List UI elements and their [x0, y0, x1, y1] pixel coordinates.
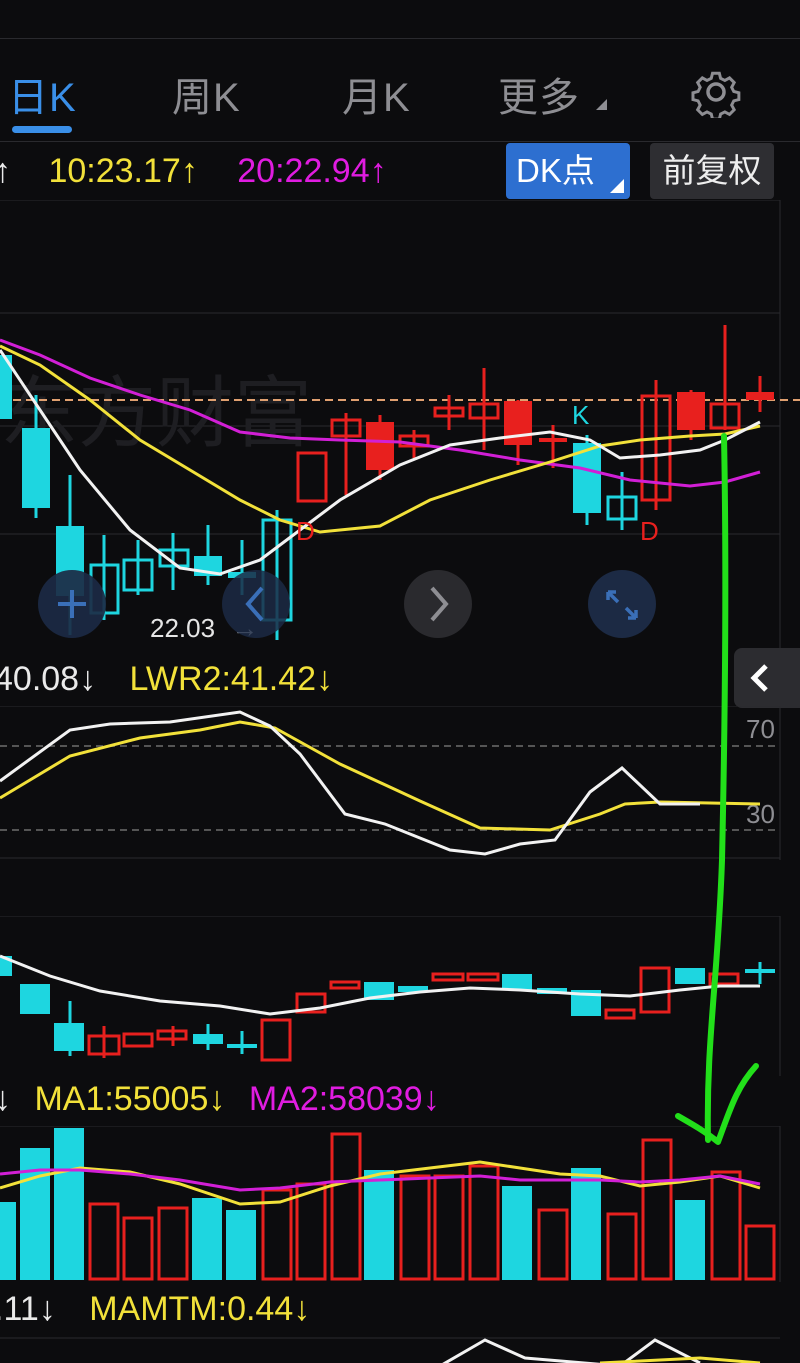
ma2-value: MA2:58039: [248, 1080, 423, 1118]
tab-week-k[interactable]: 周K: [172, 65, 241, 123]
candle: [329, 980, 361, 990]
candle: [227, 1044, 257, 1048]
vol-arrow: ↓: [0, 1080, 11, 1118]
ma10-value: 10:23.17: [48, 152, 181, 190]
candle: [22, 428, 50, 508]
zoom-in-button[interactable]: [38, 570, 106, 638]
candle: [296, 451, 328, 503]
ma10-arrow: ↑: [180, 152, 198, 190]
candle: [260, 1018, 292, 1062]
volume-bar: [537, 1208, 569, 1281]
lwr2-value: LWR2:41.42: [129, 660, 317, 698]
scroll-left-button[interactable]: [222, 570, 290, 638]
candle: [54, 1023, 84, 1051]
volume-bar: [606, 1212, 638, 1281]
candle: [746, 392, 774, 400]
mamtm-value: MAMTM:0.44: [89, 1290, 294, 1328]
volume-bar: [20, 1148, 50, 1280]
volume-legend-row: ↓ MA1:55005↓ MA2:58039↓: [0, 1080, 440, 1119]
volume-bar: [433, 1174, 465, 1281]
mtm-value: .11: [0, 1290, 39, 1328]
fullscreen-button[interactable]: [588, 570, 656, 638]
volume-bar: [641, 1138, 673, 1281]
ma-legend-row: ↑ 10:23.17↑ 20:22.94↑: [0, 152, 387, 191]
volume-bar: [295, 1182, 327, 1281]
volume-bar: [399, 1174, 431, 1281]
active-tab-indicator: [12, 126, 72, 133]
more-caret-icon: [596, 99, 607, 110]
candle: [431, 972, 465, 982]
volume-bar: [468, 1164, 500, 1281]
volume-bar: [744, 1224, 776, 1281]
d-marker: D: [640, 516, 659, 546]
mtm-legend-row: .11↓ MAMTM:0.44↓: [0, 1290, 310, 1329]
lwr1-value: 40.08: [0, 660, 80, 698]
volume-bar: [157, 1206, 189, 1281]
volume-bar: [571, 1168, 601, 1280]
mamtm-arrow: ↓: [293, 1290, 311, 1328]
candle: [466, 972, 500, 982]
ma20-value: 20:22.94: [237, 152, 370, 190]
ma20-arrow: ↑: [369, 152, 387, 190]
candle: [539, 438, 567, 442]
lwr2-line: [0, 720, 761, 832]
dk-point-label: DK点: [516, 152, 595, 189]
scroll-right-button[interactable]: [404, 570, 472, 638]
candle: [122, 1032, 154, 1048]
volume-bar: [0, 1202, 16, 1280]
candle: [604, 1008, 636, 1020]
tab-more[interactable]: 更多: [498, 65, 580, 123]
tab-month-k[interactable]: 月K: [342, 65, 411, 123]
volume-bar: [710, 1170, 742, 1281]
volume-bar: [502, 1186, 532, 1280]
volume-bar: [675, 1200, 705, 1280]
lwr2-arrow: ↓: [316, 660, 334, 698]
forward-adjust-button[interactable]: 前复权: [650, 143, 774, 199]
ma1-value: MA1:55005: [34, 1080, 209, 1118]
volume-bar: [226, 1210, 256, 1280]
candle: [366, 422, 394, 470]
volume-bar: [122, 1216, 154, 1281]
volume-bar: [364, 1170, 394, 1280]
dk-point-button[interactable]: DK点: [506, 143, 630, 199]
period-tab-bar: 日K 周K 月K 更多: [0, 38, 800, 142]
candle: [193, 1034, 223, 1044]
candle: [20, 984, 50, 1014]
volume-bar: [330, 1132, 362, 1281]
candle: [502, 974, 532, 990]
lwr-legend-row: 40.08↓ LWR2:41.42↓: [0, 660, 333, 699]
hand-drawn-arrow-annotation: [675, 433, 759, 1145]
ma5-arrow: ↑: [0, 152, 11, 190]
volume-bar: [192, 1198, 222, 1280]
settings-gear-icon[interactable]: [690, 66, 742, 118]
ma2-arrow: ↓: [422, 1080, 440, 1118]
volume-bar: [54, 1128, 84, 1280]
volume-bar: [88, 1202, 120, 1281]
tab-day-k[interactable]: 日K: [8, 65, 77, 123]
lwr1-line: [0, 710, 700, 856]
low-price-label: 22.03: [150, 613, 215, 643]
ma1-arrow: ↓: [208, 1080, 226, 1118]
k-marker: K: [572, 400, 590, 430]
mtm-arrow: ↓: [38, 1290, 56, 1328]
mtm-chart[interactable]: [0, 1336, 800, 1363]
lwr1-arrow: ↓: [79, 660, 97, 698]
dk-dropdown-icon: [610, 179, 624, 193]
d-marker: D: [296, 516, 315, 546]
